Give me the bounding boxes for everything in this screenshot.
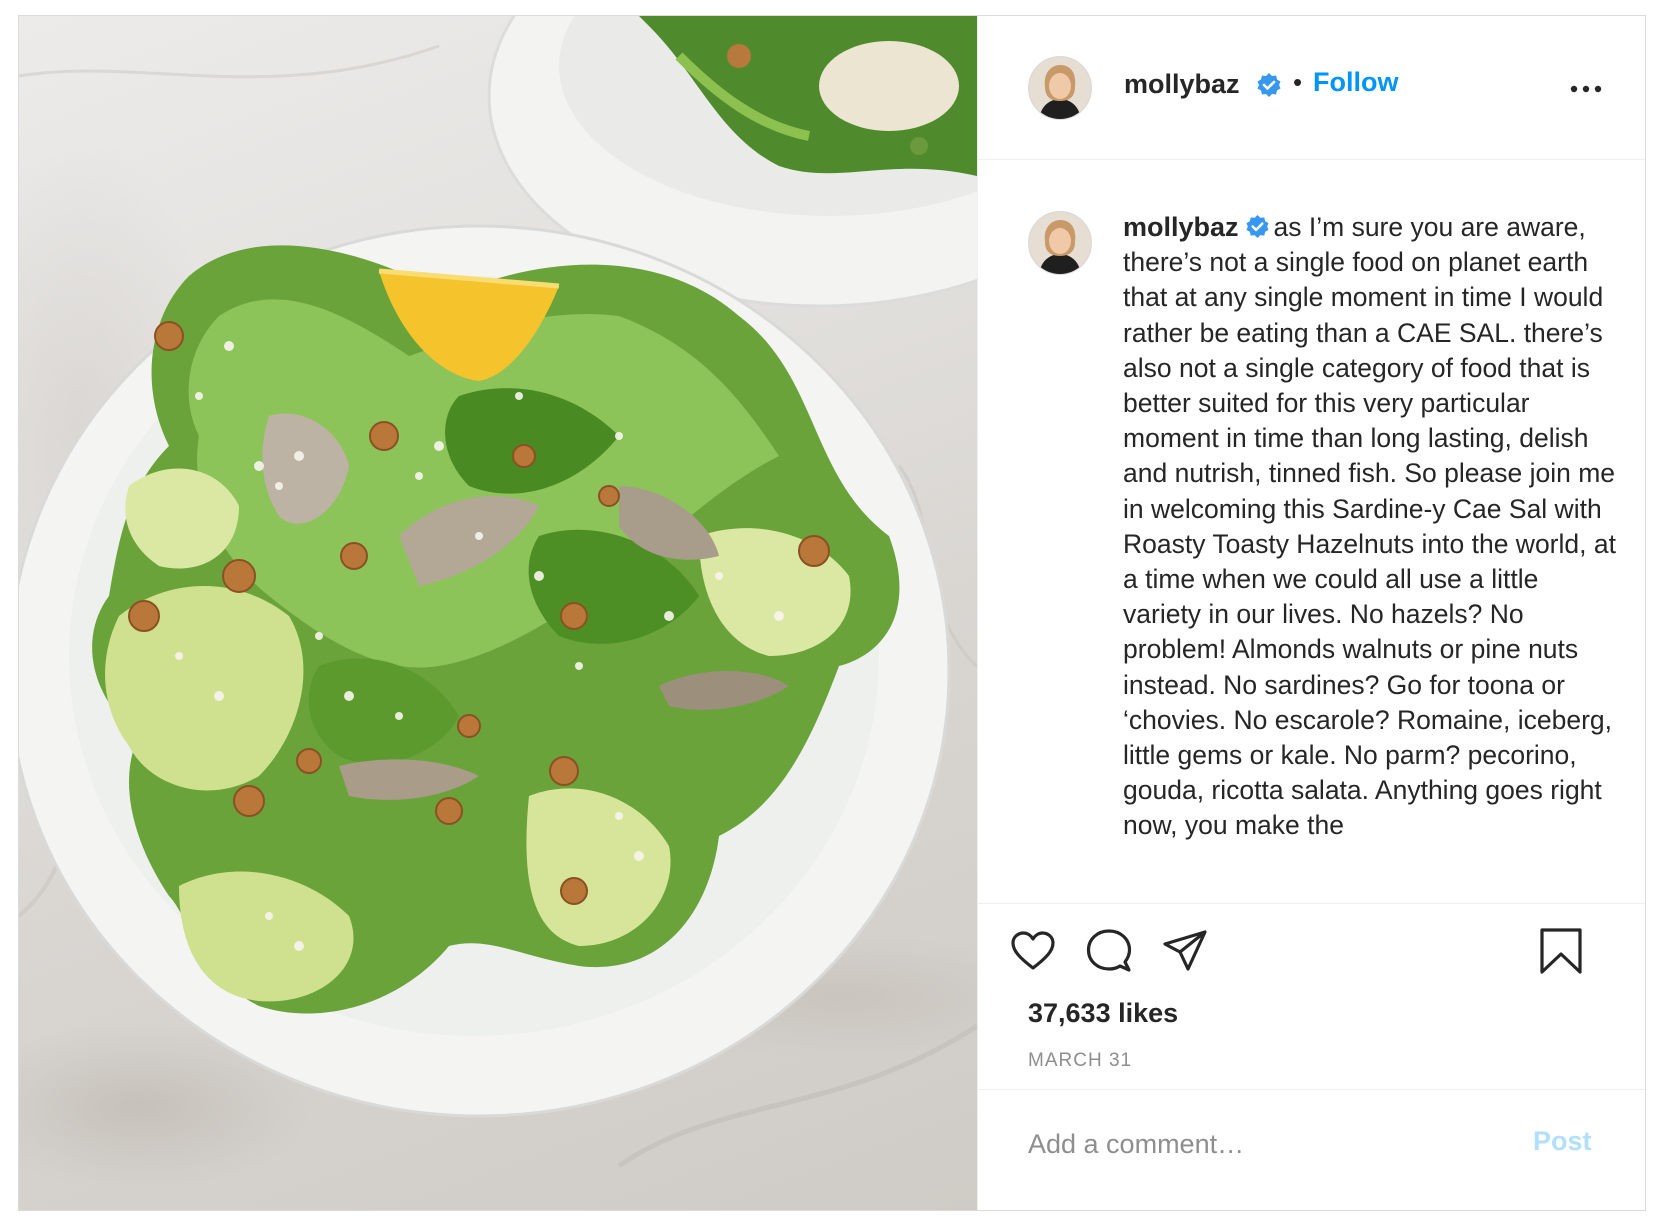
post-details-panel: mollybaz • Follow mollybaz as I’m sure y… — [977, 16, 1645, 1210]
verified-badge-icon — [1257, 73, 1281, 97]
salad-illustration — [19, 16, 977, 1169]
separator-dot: • — [1293, 67, 1303, 97]
instagram-post-modal: mollybaz • Follow mollybaz as I’m sure y… — [18, 15, 1646, 1211]
heart-icon[interactable] — [1008, 926, 1058, 976]
avatar[interactable] — [1028, 56, 1092, 120]
follow-button[interactable]: Follow — [1313, 67, 1398, 98]
post-caption: mollybaz as I’m sure you are aware, there… — [1123, 210, 1621, 844]
post-photo[interactable] — [19, 16, 977, 1210]
profile-picture — [1029, 57, 1091, 119]
post-comment-button[interactable]: Post — [1533, 1126, 1592, 1157]
add-comment-bar: Post — [978, 1089, 1645, 1210]
bookmark-icon[interactable] — [1536, 926, 1586, 976]
caption-username-link[interactable]: mollybaz — [1123, 212, 1239, 242]
comment-bubble-icon[interactable] — [1084, 926, 1134, 976]
caption-avatar[interactable] — [1028, 211, 1092, 275]
profile-picture — [1029, 212, 1091, 274]
likes-count[interactable]: 37,633 likes — [1028, 998, 1178, 1029]
post-actions: 37,633 likes MARCH 31 — [978, 903, 1645, 1073]
post-date[interactable]: MARCH 31 — [1028, 1050, 1132, 1072]
comments-section[interactable]: mollybaz as I’m sure you are aware, there… — [978, 161, 1645, 903]
caption-text: as I’m sure you are aware, there’s not a… — [1123, 212, 1616, 841]
more-horizontal-icon[interactable] — [1566, 74, 1606, 104]
comment-input[interactable] — [1028, 1124, 1498, 1164]
username-link[interactable]: mollybaz — [1124, 69, 1240, 100]
verified-badge-icon — [1245, 214, 1269, 239]
paper-plane-icon[interactable] — [1160, 926, 1210, 976]
post-header: mollybaz • Follow — [978, 16, 1645, 160]
